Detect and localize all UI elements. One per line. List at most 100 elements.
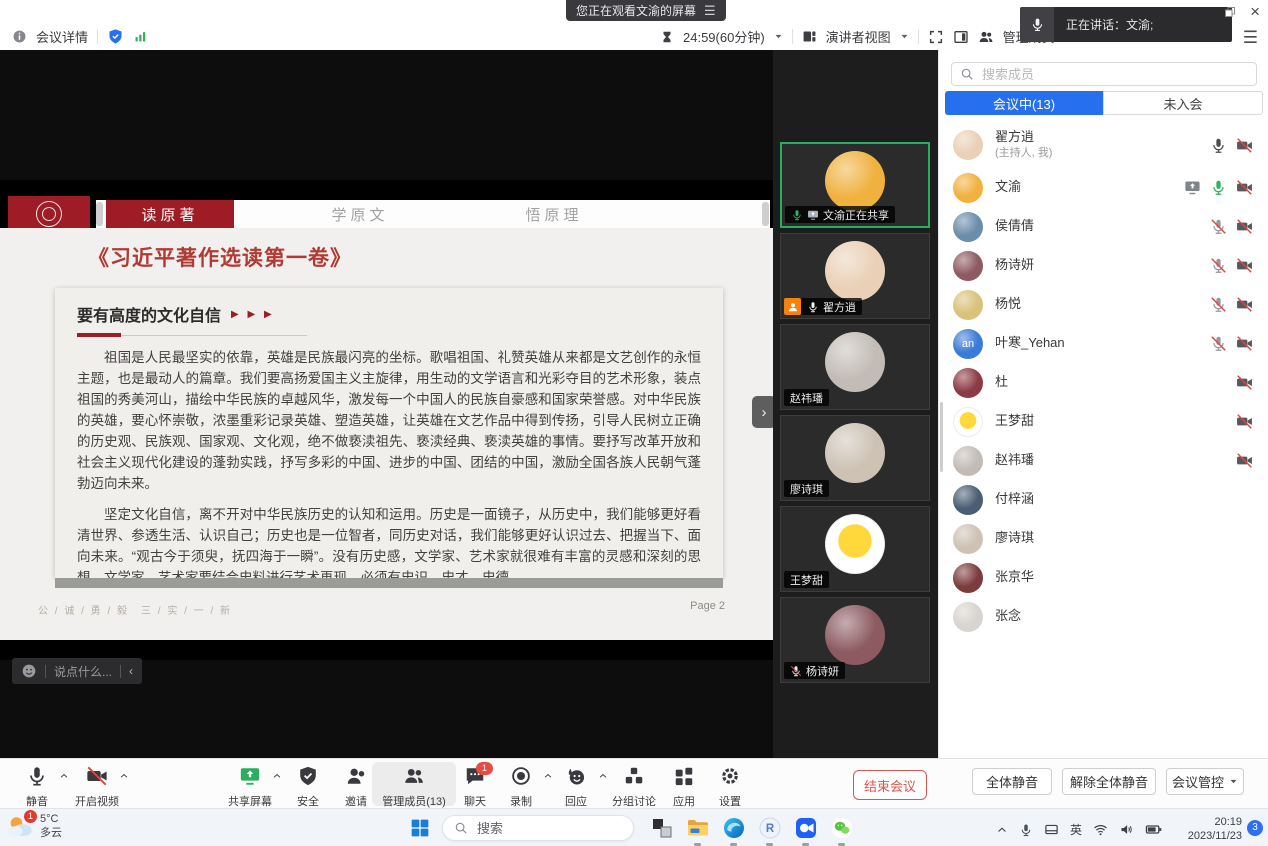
cam-off-icon[interactable]	[1236, 335, 1253, 352]
member-row[interactable]: 赵祎璠	[939, 441, 1268, 480]
invite-icon	[345, 765, 367, 787]
member-row[interactable]: 杨悦	[939, 285, 1268, 324]
cam-off-icon[interactable]	[1236, 296, 1253, 313]
cam-off-icon[interactable]	[1236, 257, 1253, 274]
video-tile[interactable]: 杨诗妍	[780, 597, 930, 683]
video-tile[interactable]: 王梦甜	[780, 506, 930, 592]
cam-off-icon[interactable]	[1236, 137, 1253, 154]
member-row[interactable]: 杨诗妍	[939, 246, 1268, 285]
taskbar-app-edge[interactable]	[722, 816, 746, 840]
taskbar-search[interactable]	[442, 815, 634, 841]
sidebar-toggle-icon[interactable]	[953, 29, 969, 45]
notification-badge[interactable]: 3	[1247, 820, 1263, 836]
cam-off-icon[interactable]	[1236, 179, 1253, 196]
tile-name: 翟方逍	[823, 299, 856, 315]
shield-check-icon[interactable]	[107, 28, 124, 45]
member-row[interactable]: an叶寒_Yehan	[939, 324, 1268, 363]
taskbar-weather[interactable]: 1 5°C多云	[6, 812, 62, 841]
end-meeting-button[interactable]: 结束会议	[853, 770, 927, 800]
network-signal-icon[interactable]	[133, 29, 148, 44]
more-menu-icon[interactable]: ☰	[1243, 28, 1258, 48]
fullscreen-icon[interactable]	[928, 29, 944, 45]
mic-muted-icon[interactable]	[1210, 335, 1227, 352]
tray-mic-icon[interactable]	[1019, 823, 1033, 837]
member-row[interactable]: 文渝	[939, 168, 1268, 207]
member-row[interactable]: 张念	[939, 597, 1268, 636]
member-row[interactable]: 王梦甜	[939, 402, 1268, 441]
mic-green-icon[interactable]	[1210, 179, 1227, 196]
view-caret-icon[interactable]	[900, 32, 909, 41]
banner-menu-icon[interactable]: ☰	[704, 3, 716, 19]
tab-du-yuanzhu[interactable]: 读原著	[106, 200, 234, 228]
meeting-control-button[interactable]: 会议管控	[1166, 768, 1244, 795]
tab-not-joined[interactable]: 未入会	[1103, 91, 1263, 115]
speaker-icon[interactable]	[1119, 822, 1134, 837]
scrollbar[interactable]	[940, 402, 943, 472]
video-tile[interactable]: 赵祎璠	[780, 324, 930, 410]
toolbar-gear[interactable]: 设置	[688, 762, 772, 806]
member-search-box[interactable]	[951, 62, 1257, 86]
search-input[interactable]	[980, 66, 1248, 83]
view-mode-label[interactable]: 演讲者视图	[826, 27, 891, 46]
tab-in-meeting[interactable]: 会议中(13)	[945, 91, 1103, 115]
info-icon[interactable]	[12, 29, 27, 44]
cam-off-icon[interactable]	[1236, 374, 1253, 391]
content-card: 要有高度的文化自信▶ ▶ ▶ 祖国是人民最坚实的依靠，英雄是民族最闪亮的坐标。歌…	[55, 288, 723, 578]
member-row[interactable]: 廖诗琪	[939, 519, 1268, 558]
system-tray: 英	[996, 821, 1162, 838]
close-icon[interactable]: ×	[1250, 2, 1260, 22]
chat-collapse-icon[interactable]: ‹	[129, 664, 133, 678]
tile-name: 廖诗琪	[790, 481, 823, 497]
tab-divider-pill	[96, 202, 103, 226]
mute-all-button[interactable]: 全体静音	[972, 768, 1052, 795]
start-button[interactable]	[410, 818, 430, 843]
mic-dark-icon[interactable]	[1210, 137, 1227, 154]
toolbar-cam-off-big[interactable]: 开启视频	[55, 762, 139, 806]
taskbar-clock[interactable]: 20:19 2023/11/23	[1180, 816, 1242, 844]
tab-xue-yuanwen[interactable]: 学原文	[300, 200, 420, 228]
avatar	[953, 212, 983, 242]
wifi-icon[interactable]	[1093, 822, 1108, 837]
emoji-icon[interactable]	[21, 663, 37, 679]
meeting-details-label[interactable]: 会议详情	[36, 27, 88, 46]
mic-muted-icon[interactable]	[1210, 296, 1227, 313]
manage-members-icon[interactable]	[978, 29, 994, 45]
taskbar-app-folder[interactable]	[686, 816, 710, 840]
taskbar-search-input[interactable]	[475, 820, 655, 837]
battery-icon[interactable]	[1145, 821, 1162, 838]
running-indicator	[802, 843, 809, 846]
video-tile[interactable]: 翟方逍	[780, 233, 930, 319]
gear-icon	[719, 765, 741, 787]
tray-expand-icon[interactable]	[996, 824, 1008, 836]
video-tile[interactable]: 文渝正在共享	[780, 142, 930, 228]
quick-chat-bar[interactable]: 说点什么... ‹	[12, 658, 142, 684]
ime-indicator[interactable]: 英	[1070, 821, 1082, 838]
chevron-up-icon[interactable]	[119, 771, 129, 781]
chat-placeholder[interactable]: 说点什么...	[54, 663, 112, 680]
mic-muted-icon[interactable]	[1210, 257, 1227, 274]
timer-caret-icon[interactable]	[774, 32, 783, 41]
popup-restore-icon[interactable]	[1224, 6, 1236, 18]
taskbar-app-rapp[interactable]: R	[758, 816, 782, 840]
avatar	[953, 173, 983, 203]
unmute-all-button[interactable]: 解除全体静音	[1062, 768, 1156, 795]
taskbar-app-taskview[interactable]	[650, 816, 674, 840]
member-row[interactable]: 翟方逍(主持人, 我)	[939, 122, 1268, 168]
tab-wu-yuanli[interactable]: 悟原理	[494, 200, 614, 228]
video-tile[interactable]: 廖诗琪	[780, 415, 930, 501]
taskbar-app-meeting[interactable]	[794, 816, 818, 840]
cam-off-icon[interactable]	[1236, 452, 1253, 469]
member-row[interactable]: 杜	[939, 363, 1268, 402]
member-row[interactable]: 付梓涵	[939, 480, 1268, 519]
cam-off-icon[interactable]	[1236, 413, 1253, 430]
tray-window-icon[interactable]	[1044, 822, 1059, 837]
taskbar-app-wechat[interactable]	[830, 816, 854, 840]
share-mini-icon[interactable]	[1184, 179, 1201, 196]
member-row[interactable]: 侯倩倩	[939, 207, 1268, 246]
member-row[interactable]: 张京华	[939, 558, 1268, 597]
watching-banner: 您正在观看文渝的屏幕 ☰	[566, 0, 726, 21]
mic-white-icon	[807, 301, 819, 313]
cam-off-icon[interactable]	[1236, 218, 1253, 235]
mic-muted-white-icon	[790, 665, 802, 677]
mic-muted-icon[interactable]	[1210, 218, 1227, 235]
